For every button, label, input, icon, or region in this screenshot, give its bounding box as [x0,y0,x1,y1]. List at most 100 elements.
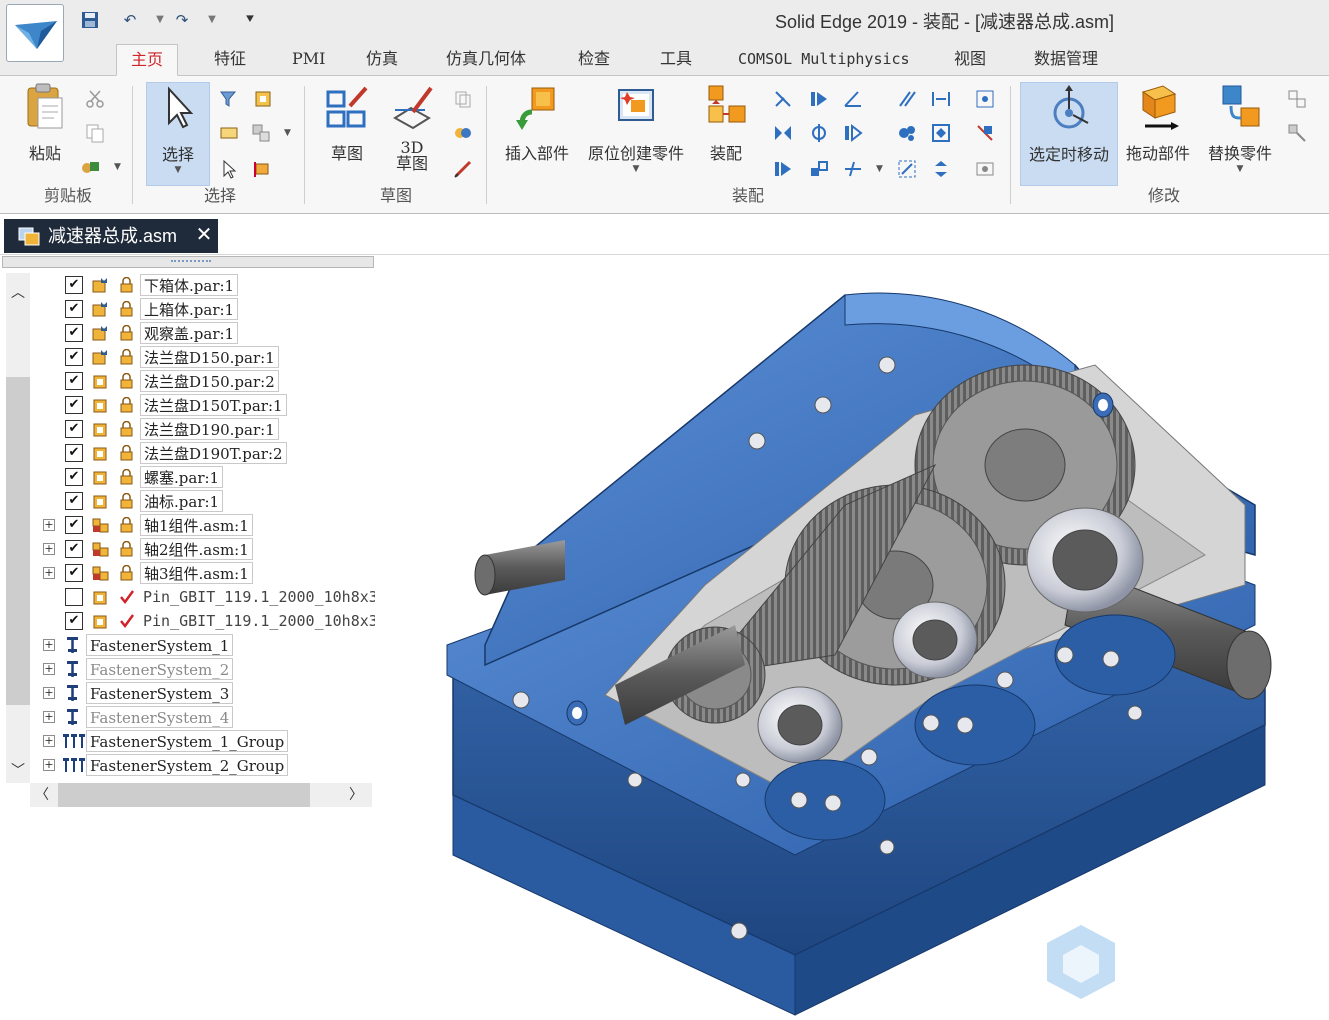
fastener-system-item[interactable]: + FastenerSystem_1_Group [0,729,372,753]
transfer-icon[interactable] [1286,88,1308,110]
tree-item[interactable]: ✔ 上箱体.par:1 [0,297,372,321]
insert-component-button[interactable]: 插入部件 [498,82,576,178]
visibility-checkbox[interactable]: ✔ [65,516,83,534]
show-relations-icon[interactable] [974,122,996,144]
tab-inspect[interactable]: 检查 [564,44,624,76]
fastener-system-item[interactable]: + FastenerSystem_2_Group [0,753,372,777]
visibility-checkbox[interactable]: ✔ [65,564,83,582]
select-pointer-icon[interactable] [218,158,240,180]
close-document-icon[interactable]: ✕ [194,219,214,253]
copy-icon[interactable] [84,122,106,144]
select-box-icon[interactable] [218,122,240,144]
tab-comsol[interactable]: COMSOL Multiphysics [724,44,924,76]
expand-icon[interactable]: + [43,663,55,675]
filter-icon[interactable] [218,88,240,110]
tree-item[interactable]: Pin_GBIT_119.1_2000_10h8x3 [0,585,381,609]
visibility-checkbox[interactable]: ✔ [65,444,83,462]
horizontal-scroll-thumb[interactable] [58,783,310,807]
scroll-left-icon[interactable]: 〈 [30,783,54,807]
assemble-button[interactable]: 装配 [696,82,756,178]
relations-dropdown-icon[interactable]: ▼ [876,164,883,174]
tab-features[interactable]: 特征 [200,44,260,76]
fastener-system-item[interactable]: + FastenerSystem_1 [0,633,372,657]
sketch-pencil-icon[interactable] [452,158,474,180]
expand-icon[interactable]: + [43,687,55,699]
expand-icon[interactable]: + [43,759,55,771]
drag-component-button[interactable]: 拖动部件 [1120,82,1196,178]
clipboard-dropdown-icon[interactable]: ▼ [114,162,121,172]
visibility-checkbox[interactable]: ✔ [65,324,83,342]
tangent-icon[interactable] [842,158,864,180]
paste-special-icon[interactable] [80,156,102,178]
tab-simulation-geometry[interactable]: 仿真几何体 [432,44,540,76]
visibility-checkbox[interactable]: ✔ [65,468,83,486]
planar-align-icon[interactable] [808,88,830,110]
tab-tools[interactable]: 工具 [646,44,706,76]
angle-icon[interactable] [842,88,864,110]
axial-align-icon[interactable] [772,122,794,144]
tree-item[interactable]: ✔ 法兰盘D190T.par:2 [0,441,372,465]
expand-icon[interactable]: + [43,567,55,579]
expand-icon[interactable]: + [43,735,55,747]
visibility-checkbox[interactable]: ✔ [65,348,83,366]
visibility-checkbox[interactable]: ✔ [65,612,83,630]
path-icon[interactable] [896,158,918,180]
visibility-checkbox[interactable]: ✔ [65,420,83,438]
tab-home[interactable]: 主页 [116,44,179,76]
tree-item[interactable]: + ✔ 轴1组件.asm:1 [0,513,372,537]
graphics-viewport[interactable] [375,255,1329,1020]
pane-splitter[interactable] [2,256,374,268]
sketch-3d-button[interactable]: 3D 草图 [384,82,440,188]
rigid-set-icon[interactable] [930,122,952,144]
flip-icon[interactable] [930,158,952,180]
visibility-checkbox[interactable]: ✔ [65,492,83,510]
visibility-checkbox[interactable]: ✔ [65,372,83,390]
select-similar-icon[interactable] [250,122,272,144]
center-plane-icon[interactable] [930,88,952,110]
fastener-system-item[interactable]: + FastenerSystem_3 [0,681,372,705]
move-on-select-button[interactable]: 选定时移动 [1020,82,1118,186]
tree-item[interactable]: ✔ 油标.par:1 [0,489,372,513]
gear-reducer-model[interactable] [375,255,1329,1020]
insert-relation-icon[interactable] [808,122,830,144]
match-coordinate-icon[interactable] [772,158,794,180]
tree-item[interactable]: ✔ 螺塞.par:1 [0,465,372,489]
sketch-relations-icon[interactable] [452,122,474,144]
tree-item[interactable]: + ✔ 轴2组件.asm:1 [0,537,372,561]
visibility-checkbox[interactable]: ✔ [65,540,83,558]
tree-item[interactable]: ✔ 法兰盘D190.par:1 [0,417,372,441]
tree-item[interactable]: ✔ 法兰盘D150.par:2 [0,369,372,393]
paste-button[interactable]: 粘贴 [16,82,74,178]
capture-fit-icon[interactable] [974,158,996,180]
mate-icon[interactable] [772,88,794,110]
tree-item[interactable]: ✔ 下箱体.par:1 [0,273,372,297]
expand-icon[interactable]: + [43,711,55,723]
parallel-icon[interactable] [896,88,918,110]
fastener-system-item[interactable]: + FastenerSystem_4 [0,705,372,729]
gear-relation-icon[interactable] [896,122,918,144]
tree-item[interactable]: ✔ 法兰盘D150.par:1 [0,345,372,369]
select-tools-icon[interactable] [252,88,274,110]
tree-item[interactable]: ✔ 观察盖.par:1 [0,321,372,345]
copy-sketch-icon[interactable] [452,88,474,110]
cut-icon[interactable] [84,88,106,110]
create-in-place-button[interactable]: 原位创建零件 ▼ [580,82,692,192]
tree-horizontal-scrollbar[interactable]: 〈 〉 [30,783,372,807]
tree-item[interactable]: + ✔ 轴3组件.asm:1 [0,561,372,585]
select-face-icon[interactable] [252,158,274,180]
tab-pmi[interactable]: PMI [278,44,339,76]
disperse-icon[interactable] [1286,122,1308,144]
tab-simulation[interactable]: 仿真 [352,44,412,76]
application-button[interactable] [6,4,64,62]
visibility-checkbox[interactable]: ✔ [65,300,83,318]
visibility-checkbox[interactable] [65,588,83,606]
expand-icon[interactable]: + [43,639,55,651]
select-more-dropdown-icon[interactable]: ▼ [284,128,291,138]
document-tab[interactable]: 减速器总成.asm ✕ [4,219,218,253]
replace-part-button[interactable]: 替换零件 ▼ [1200,82,1280,192]
expand-icon[interactable]: + [43,519,55,531]
tab-view[interactable]: 视图 [940,44,1000,76]
connect-icon[interactable] [842,122,864,144]
relation-assistant-icon[interactable] [974,88,996,110]
visibility-checkbox[interactable]: ✔ [65,276,83,294]
